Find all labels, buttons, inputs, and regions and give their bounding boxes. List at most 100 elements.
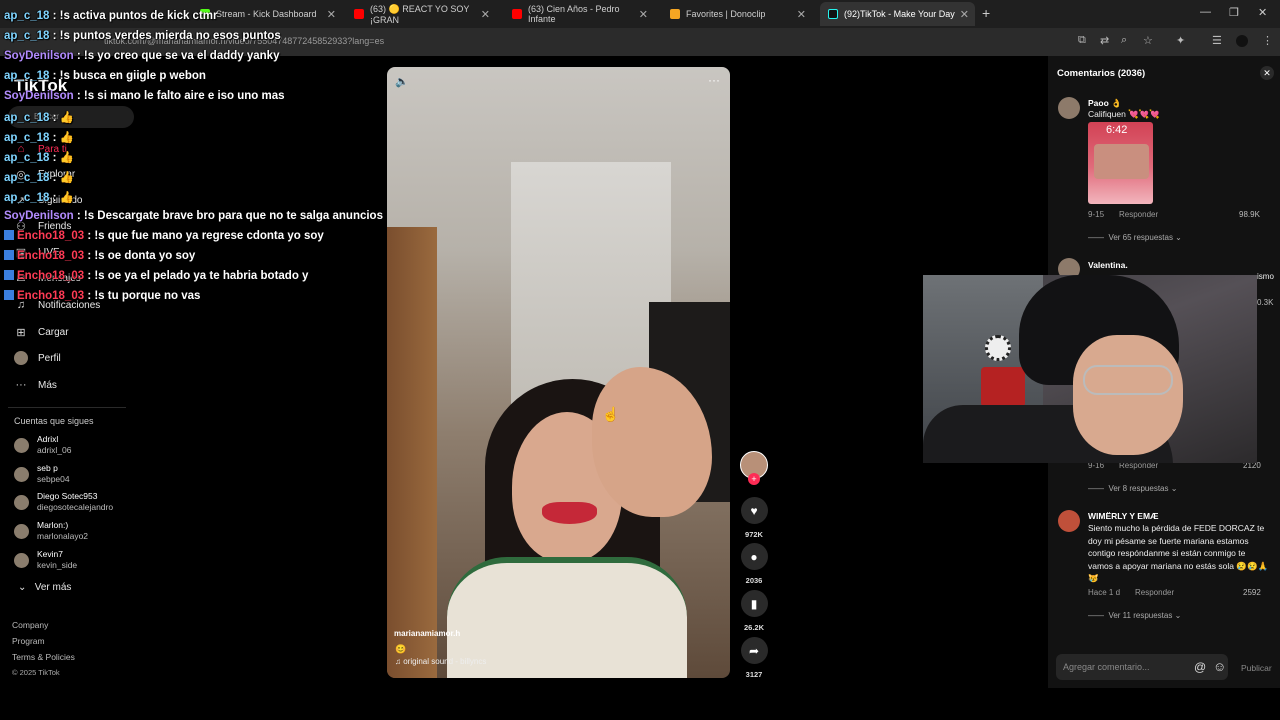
following-account[interactable]: Diego Sotec953 diegosotecalejandro	[14, 491, 113, 513]
avatar[interactable]	[1058, 97, 1080, 119]
chat-username: SoyDenilson	[4, 90, 74, 102]
chat-message: Encho18_03 : !s que fue mano ya regrese …	[4, 230, 324, 242]
youtube-favicon-icon	[512, 9, 522, 19]
comment-text: Califiquen 💘💘💘	[1088, 109, 1160, 119]
streamer-face	[1073, 335, 1183, 455]
sidebar-divider	[8, 407, 126, 408]
close-comments-icon[interactable]: ✕	[1260, 66, 1274, 80]
browser-tab-youtube-song[interactable]: (63) Cien Años - Pedro Infante ✕	[504, 2, 654, 26]
browser-menu-icon[interactable]: ⋮	[1262, 34, 1273, 47]
chat-username: SoyDenilson	[4, 50, 74, 62]
chat-text: : !s busca en giigle p webon	[49, 70, 206, 82]
chat-username: SoyDenilson	[4, 210, 74, 222]
close-tab-icon[interactable]: ✕	[797, 8, 806, 21]
thumbs-up-emote-icon: 👍	[56, 132, 74, 144]
nav-cargar[interactable]: ⊞ Cargar	[14, 323, 68, 341]
close-tab-icon[interactable]: ✕	[639, 8, 648, 21]
emoji-icon[interactable]: ☺	[1213, 659, 1226, 674]
chat-text: : !s yo creo que se va el daddy yanky	[73, 50, 280, 62]
chat-message: Encho18_03 : !s oe ya el pelado ya te ha…	[4, 270, 308, 282]
translate-icon[interactable]: ⇄	[1100, 34, 1109, 47]
footer-company-link[interactable]: Company	[12, 620, 48, 630]
chat-text: : !s puntos verdes mierda no esos puntos	[49, 30, 281, 42]
chat-text: : !s Descargate brave bro para que no te…	[73, 210, 383, 222]
close-tab-icon[interactable]: ✕	[481, 8, 490, 21]
following-account[interactable]: Kevin7 kevin_side	[14, 549, 77, 571]
chat-username: Encho18_03	[17, 230, 85, 242]
new-tab-icon[interactable]: +	[982, 5, 990, 21]
follow-plus-icon[interactable]: +	[748, 473, 760, 485]
volume-icon[interactable]: 🔈	[395, 75, 409, 88]
hand-cursor-icon: ☝	[602, 406, 620, 422]
share-button[interactable]: ➦ 3127	[739, 637, 769, 679]
reply-button[interactable]: Responder	[1119, 210, 1158, 219]
chat-message: ap_c_18 : !s puntos verdes mierda no eso…	[4, 30, 281, 42]
video-wardrobe	[387, 227, 437, 678]
window-close-icon[interactable]: ✕	[1258, 6, 1267, 19]
comment-button[interactable]: ● 2036	[739, 543, 769, 585]
view-replies-link[interactable]: —— Ver 11 respuestas ⌄	[1088, 611, 1181, 620]
comment-icon: ●	[740, 543, 768, 570]
chat-message: SoyDenilson : !s yo creo que se va el da…	[4, 50, 279, 62]
avatar[interactable]	[1058, 510, 1080, 532]
comment-image[interactable]: 6:42	[1088, 122, 1153, 204]
comment-user[interactable]: WIMËRLY Y EMÆ	[1088, 511, 1159, 521]
nav-perfil[interactable]: Perfil	[14, 349, 61, 367]
chat-username: Encho18_03	[17, 290, 85, 302]
close-tab-icon[interactable]: ✕	[960, 8, 969, 21]
more-options-icon[interactable]: ···	[708, 73, 720, 87]
footer-terms-link[interactable]: Terms & Policies	[12, 652, 75, 662]
avatar	[14, 437, 29, 453]
publish-button[interactable]: Publicar	[1241, 663, 1272, 673]
close-tab-icon[interactable]: ✕	[327, 8, 336, 21]
browser-tab-youtube-react[interactable]: (63) 🟡 REACT YO SOY ¡GRAN ✕	[346, 2, 496, 26]
save-button[interactable]: ▮ 26.2K	[739, 590, 769, 632]
chat-text: : !s oe ya el pelado ya te habria botado…	[84, 270, 309, 282]
chat-message: ap_c_18 : !s activa puntos de kick ctmr	[4, 10, 218, 22]
footer-program-link[interactable]: Program	[12, 636, 45, 646]
video-player[interactable]: 🔈 ··· marianamiamor.h 😊 ♫ original sound…	[387, 67, 730, 678]
profile-avatar[interactable]	[1236, 35, 1248, 47]
chat-message: ap_c_18 : 👍	[4, 110, 74, 124]
comment-like-count[interactable]: 2592	[1243, 588, 1274, 597]
chat-message: ap_c_18 : 👍	[4, 190, 74, 204]
chat-badge-icon	[4, 230, 14, 240]
heart-icon: ♥	[740, 497, 768, 524]
zoom-icon[interactable]: ⌕	[1121, 34, 1127, 47]
chat-badge-icon	[4, 270, 14, 280]
video-sound[interactable]: ♫ original sound - billyncs	[395, 657, 486, 666]
following-account[interactable]: seb p sebpe04	[14, 463, 70, 485]
reply-button[interactable]: Responder	[1135, 588, 1174, 597]
view-replies-link[interactable]: —— Ver 65 respuestas ⌄	[1088, 233, 1182, 242]
mention-icon[interactable]: @	[1194, 660, 1206, 674]
bookmark-star-icon[interactable]: ☆	[1143, 34, 1153, 47]
view-replies-link[interactable]: —— Ver 8 respuestas ⌄	[1088, 484, 1177, 493]
cast-icon[interactable]: ⧉	[1078, 34, 1086, 47]
chat-message: ap_c_18 : 👍	[4, 150, 74, 164]
video-person-smile	[542, 502, 597, 524]
extensions-icon[interactable]: ✦	[1176, 34, 1185, 47]
browser-tab-tiktok[interactable]: (92)TikTok - Make Your Day ✕	[820, 2, 975, 26]
soccer-ball	[985, 335, 1011, 361]
nav-mas[interactable]: ··· Más	[14, 376, 57, 394]
following-account[interactable]: Marlon:) marlonalayo2	[14, 520, 88, 542]
comment-user[interactable]: Valentina.	[1088, 260, 1128, 270]
tiktok-favicon-icon	[828, 9, 838, 19]
share-icon: ➦	[740, 637, 768, 664]
chat-username: ap_c_18	[4, 30, 50, 42]
comment-like-count[interactable]: 98.9K	[1239, 210, 1274, 219]
glasses	[1083, 365, 1173, 395]
following-account[interactable]: Adrixl adrixl_06	[14, 434, 72, 456]
minimize-icon[interactable]: —	[1200, 6, 1211, 18]
media-icon[interactable]: ☰	[1212, 34, 1222, 47]
avatar	[14, 494, 29, 510]
copyright: © 2025 TikTok	[12, 668, 60, 677]
browser-tab-donoclip[interactable]: Favorites | Donoclip ✕	[662, 2, 812, 26]
chat-text: : !s si mano le falto aire e iso uno mas	[73, 90, 285, 102]
see-more-link[interactable]: ⌄ Ver más	[18, 582, 71, 593]
video-author[interactable]: marianamiamor.h	[394, 629, 460, 638]
like-button[interactable]: ♥ 972K	[739, 497, 769, 539]
chat-username: ap_c_18	[4, 172, 50, 184]
maximize-icon[interactable]: ❐	[1229, 6, 1239, 19]
chevron-down-icon: ⌄	[18, 582, 27, 593]
